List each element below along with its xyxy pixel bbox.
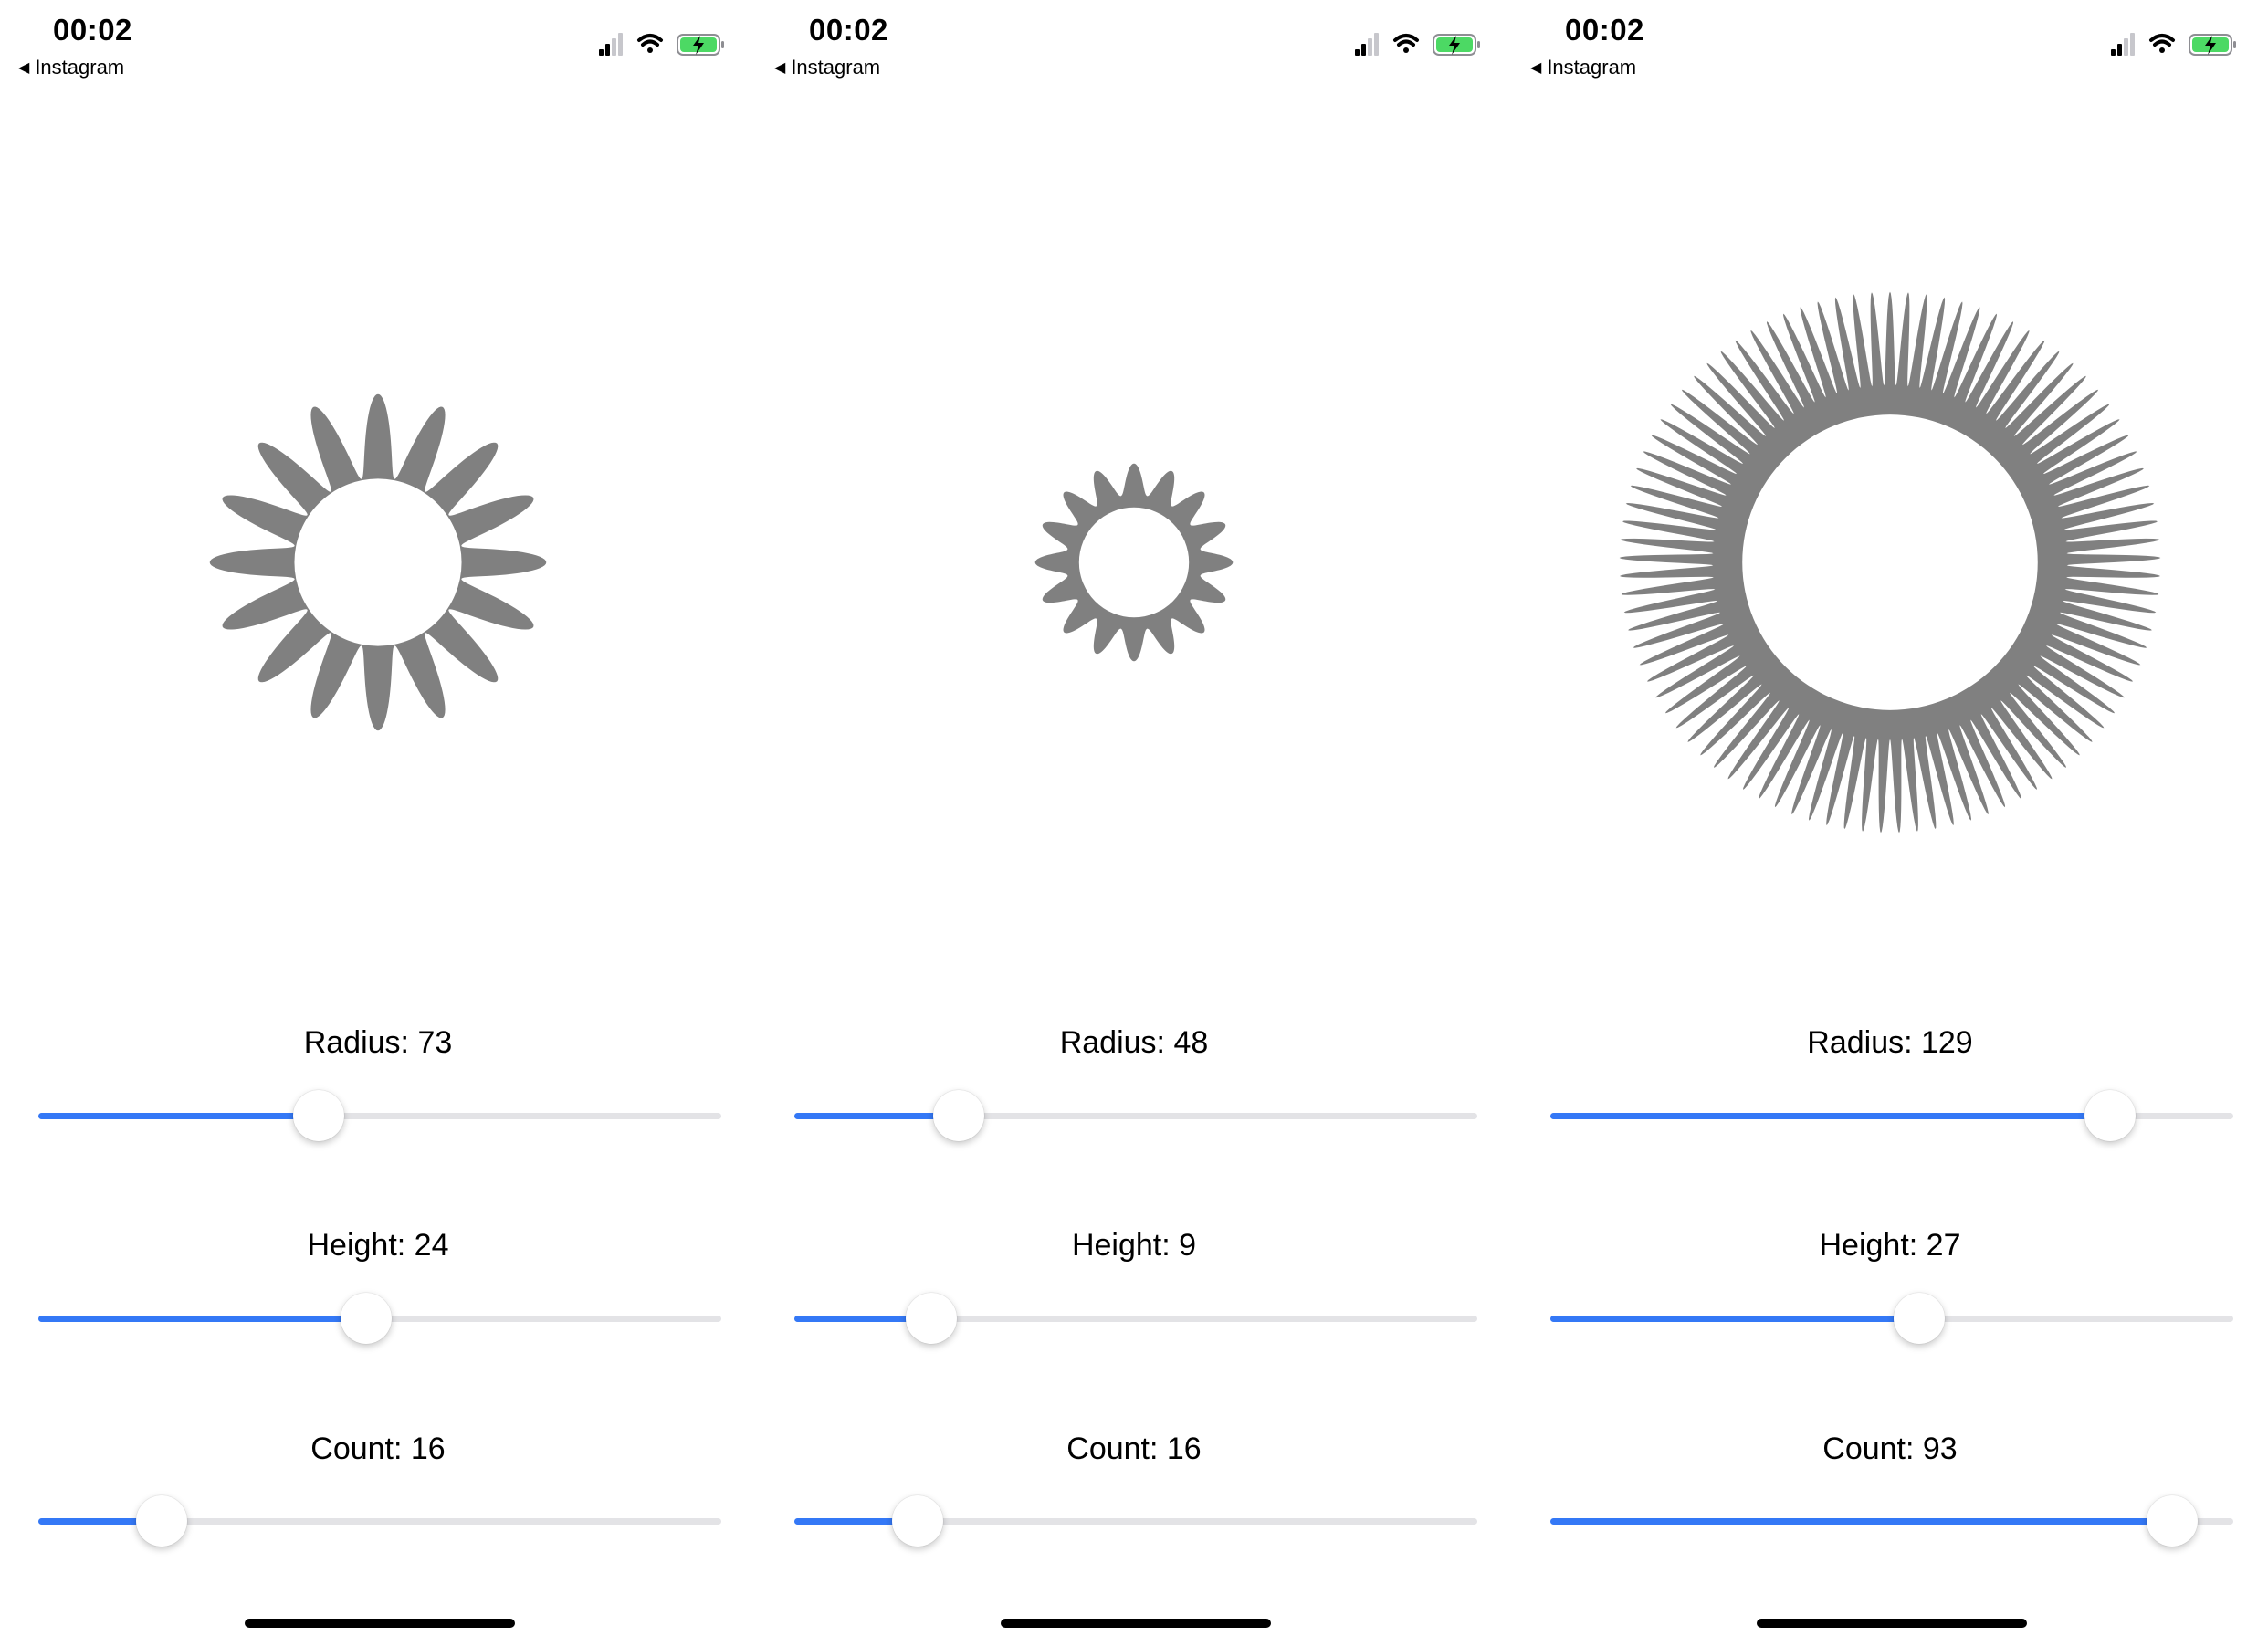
slider-thumb[interactable] (135, 1495, 187, 1547)
gear-canvas (1512, 128, 2268, 986)
slider-fill (38, 1113, 319, 1119)
back-triangle-icon: ◀ (1530, 60, 1542, 76)
back-triangle-icon: ◀ (774, 60, 786, 76)
slider-thumb[interactable] (905, 1293, 957, 1344)
height-label: Height: 27 (1819, 1228, 1961, 1263)
back-app-label: Instagram (1547, 56, 1637, 79)
gear-svg (1034, 463, 1234, 662)
cellular-signal-icon (2111, 33, 2135, 56)
phone-screen-1: 00:02 ◀ Instagram Radius: 73 Height: 24 … (0, 0, 756, 1636)
gear-shape (1034, 463, 1234, 662)
back-app-label: Instagram (35, 56, 125, 79)
phone-screen-2: 00:02 ◀ Instagram Radius: 48 Height: 9 C… (756, 0, 1512, 1636)
radius-slider[interactable] (1550, 1088, 2233, 1143)
back-app-label: Instagram (791, 56, 881, 79)
status-icons (599, 33, 724, 56)
count-slider[interactable] (38, 1494, 721, 1548)
gear-shape (1619, 291, 2161, 834)
gear-svg (1619, 291, 2161, 834)
slider-fill (1550, 1316, 1919, 1322)
gear-shape (209, 393, 547, 731)
height-slider[interactable] (794, 1291, 1477, 1346)
gear-svg (209, 393, 547, 731)
battery-charging-icon (1433, 34, 1480, 56)
status-time: 00:02 (809, 13, 888, 47)
status-time: 00:02 (1565, 13, 1644, 47)
radius-label: Radius: 73 (303, 1025, 453, 1060)
home-indicator[interactable] (245, 1619, 515, 1628)
status-icons (2111, 33, 2236, 56)
radius-label: Radius: 129 (1807, 1025, 1973, 1060)
wifi-icon (1393, 34, 1419, 53)
status-icons (1355, 33, 1480, 56)
cellular-signal-icon (599, 33, 623, 56)
slider-fill (1550, 1518, 2172, 1525)
battery-charging-icon (2189, 34, 2236, 56)
home-indicator[interactable] (1757, 1619, 2027, 1628)
slider-thumb[interactable] (292, 1090, 344, 1141)
count-slider[interactable] (794, 1494, 1477, 1548)
phone-screen-3: 00:02 ◀ Instagram Radius: 129 Height: 27… (1512, 0, 2268, 1636)
home-indicator[interactable] (1001, 1619, 1271, 1628)
height-label: Height: 9 (1071, 1228, 1197, 1263)
slider-thumb[interactable] (932, 1090, 984, 1141)
gear-canvas (756, 128, 1512, 986)
slider-thumb[interactable] (341, 1293, 393, 1344)
height-slider[interactable] (38, 1291, 721, 1346)
cellular-signal-icon (1355, 33, 1379, 56)
height-label: Height: 24 (307, 1228, 449, 1263)
back-triangle-icon: ◀ (18, 60, 30, 76)
back-to-app-button[interactable]: ◀ Instagram (1530, 56, 1636, 79)
screens: 00:02 ◀ Instagram Radius: 73 Height: 24 … (0, 0, 2268, 1636)
slider-thumb[interactable] (1893, 1293, 1945, 1344)
slider-fill (38, 1316, 367, 1322)
radius-slider[interactable] (794, 1088, 1477, 1143)
count-label: Count: 16 (1066, 1432, 1202, 1466)
radius-slider[interactable] (38, 1088, 721, 1143)
slider-thumb[interactable] (2084, 1090, 2137, 1141)
back-to-app-button[interactable]: ◀ Instagram (18, 56, 124, 79)
height-slider[interactable] (1550, 1291, 2233, 1346)
count-slider[interactable] (1550, 1494, 2233, 1548)
wifi-icon (637, 34, 663, 53)
radius-label: Radius: 48 (1059, 1025, 1209, 1060)
battery-charging-icon (677, 34, 724, 56)
status-time: 00:02 (53, 13, 132, 47)
slider-thumb[interactable] (2146, 1495, 2198, 1547)
gear-canvas (0, 128, 756, 986)
slider-thumb[interactable] (891, 1495, 943, 1547)
wifi-icon (2149, 34, 2175, 53)
count-label: Count: 16 (310, 1432, 446, 1466)
count-label: Count: 93 (1822, 1432, 1958, 1466)
back-to-app-button[interactable]: ◀ Instagram (774, 56, 880, 79)
slider-fill (1550, 1113, 2111, 1119)
